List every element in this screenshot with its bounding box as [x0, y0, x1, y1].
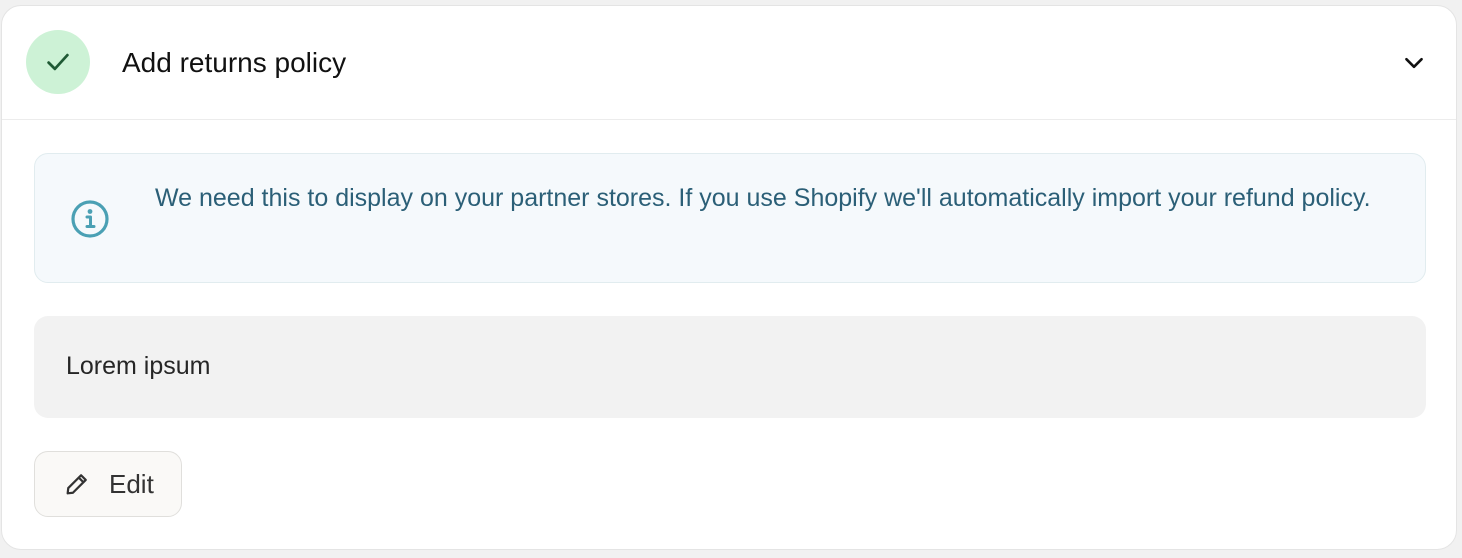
pencil-icon — [63, 470, 91, 498]
returns-policy-card: Add returns policy We need this to displ… — [1, 5, 1457, 550]
completed-status-badge — [26, 30, 90, 94]
edit-button[interactable]: Edit — [34, 451, 182, 517]
section-title: Add returns policy — [122, 47, 347, 78]
policy-preview: Lorem ipsum — [34, 316, 1426, 418]
card-header[interactable]: Add returns policy — [2, 6, 1456, 120]
info-banner: We need this to display on your partner … — [34, 153, 1426, 283]
check-icon — [47, 53, 69, 71]
policy-text: Lorem ipsum — [66, 352, 211, 380]
chevron-down-icon[interactable] — [1400, 49, 1428, 77]
edit-button-label: Edit — [109, 469, 154, 499]
info-icon — [71, 200, 109, 238]
info-banner-text: We need this to display on your partner … — [155, 184, 1371, 212]
